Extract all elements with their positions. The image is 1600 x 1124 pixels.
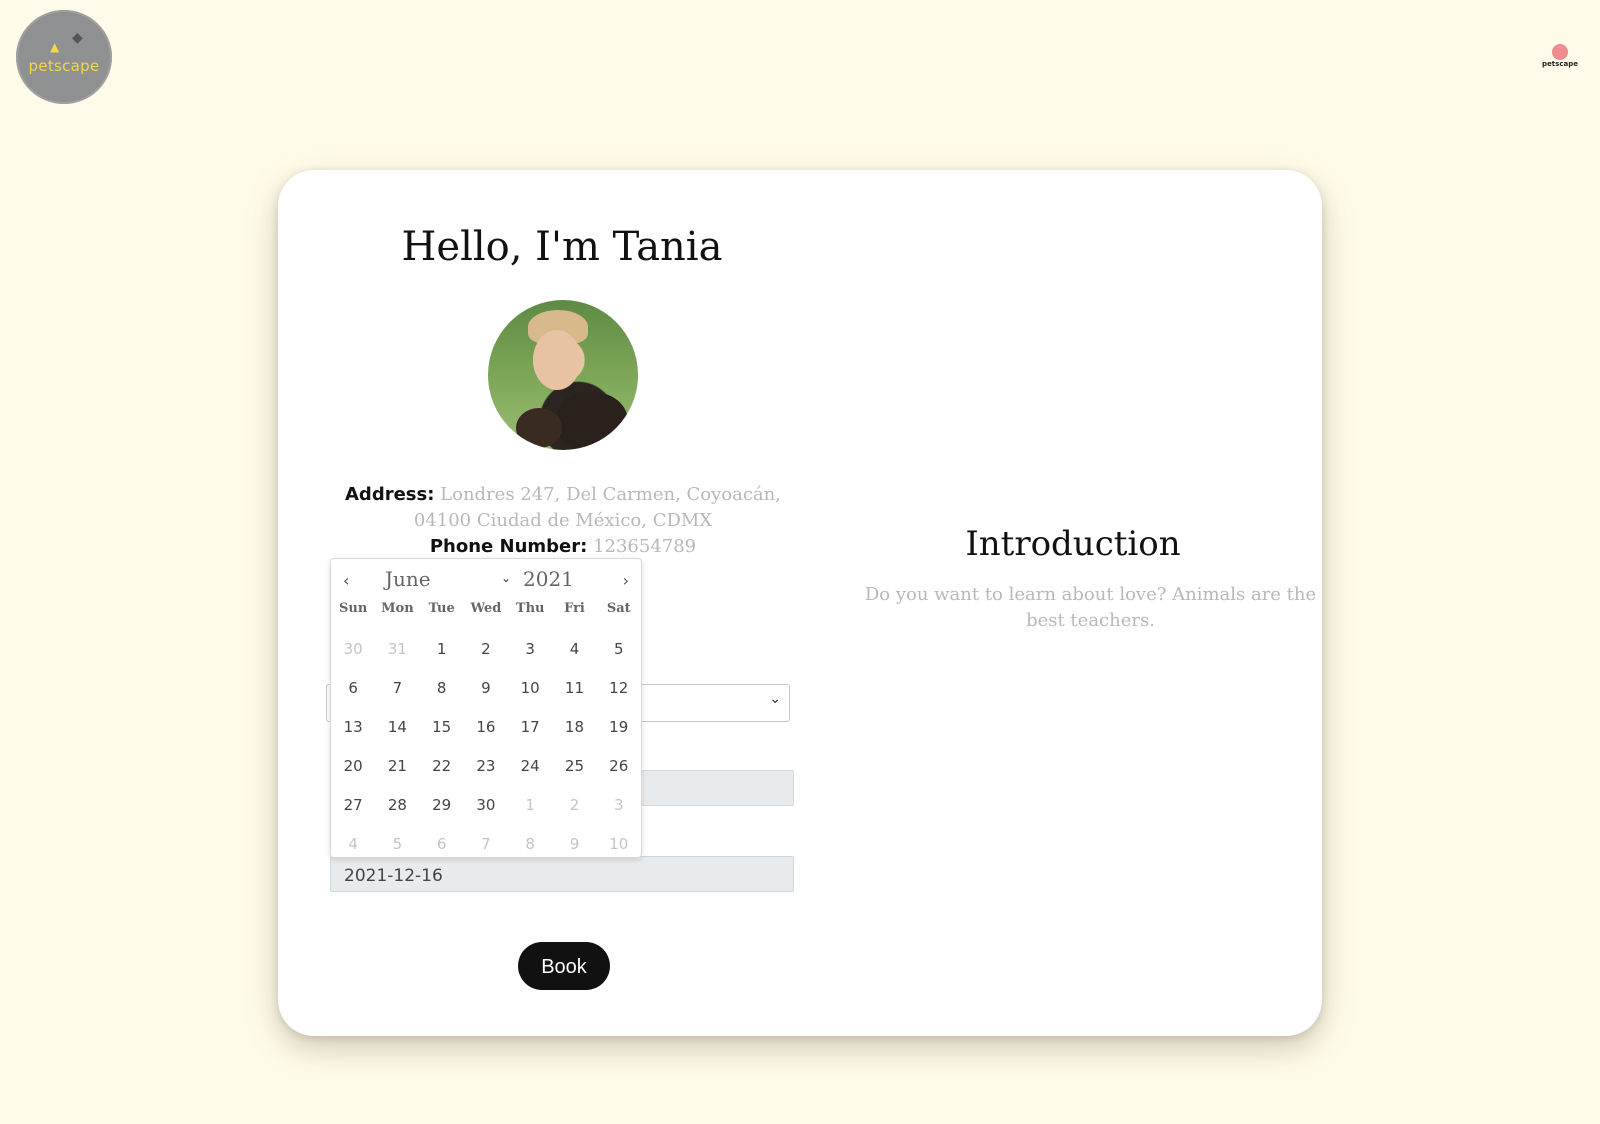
- chevron-left-icon[interactable]: ‹: [343, 571, 349, 590]
- calendar-day[interactable]: 2: [552, 796, 596, 814]
- address-value: Londres 247, Del Carmen, Coyoacán, 04100…: [413, 484, 781, 531]
- cat-icon: ◆: [72, 30, 83, 46]
- book-button[interactable]: Book: [518, 942, 610, 990]
- calendar-day[interactable]: 30: [331, 640, 375, 658]
- weekday-label: Sat: [606, 601, 631, 616]
- calendar-day[interactable]: 16: [464, 718, 508, 736]
- weekday-label: Mon: [381, 601, 414, 616]
- calendar-day[interactable]: 1: [508, 796, 552, 814]
- avatar-face: [533, 330, 581, 390]
- calendar-day[interactable]: 5: [597, 640, 641, 658]
- mini-logo-text: petscape: [1542, 60, 1578, 68]
- calendar-day[interactable]: 17: [508, 718, 552, 736]
- dog-icon: ▲: [50, 40, 60, 54]
- weekday-label: Thu: [515, 601, 545, 616]
- month-select[interactable]: June: [385, 567, 431, 591]
- calendar-day[interactable]: 5: [375, 835, 419, 853]
- calendar-day[interactable]: 28: [375, 796, 419, 814]
- calendar-day[interactable]: 9: [464, 679, 508, 697]
- calendar-grid: 30 31 1 2 3 4 5 6 7 8 9 10 11 12 13 14 15 16 17 18 19 20 21 22 2…: [331, 629, 641, 863]
- calendar-day[interactable]: 31: [375, 640, 419, 658]
- calendar-day[interactable]: 15: [420, 718, 464, 736]
- calendar-day[interactable]: 20: [331, 757, 375, 775]
- calendar-day[interactable]: 25: [552, 757, 596, 775]
- calendar-week: 6 7 8 9 10 11 12: [331, 668, 641, 707]
- avatar-dog-small: [516, 408, 562, 448]
- calendar-day[interactable]: 3: [508, 640, 552, 658]
- chevron-right-icon[interactable]: ›: [623, 571, 629, 590]
- calendar-day[interactable]: 26: [597, 757, 641, 775]
- phone-value: 123654789: [593, 536, 697, 557]
- calendar-week: 13 14 15 16 17 18 19: [331, 707, 641, 746]
- calendar-day[interactable]: 30: [464, 796, 508, 814]
- address-label: Address:: [345, 484, 435, 505]
- logo-text: petscape: [28, 57, 100, 75]
- calendar-day[interactable]: 7: [464, 835, 508, 853]
- datepicker: ‹ June ⌄ 2021 › Sun Mon Tue Wed Thu Fri …: [330, 558, 642, 858]
- chevron-down-icon[interactable]: ⌄: [501, 571, 511, 585]
- calendar-day[interactable]: 8: [508, 835, 552, 853]
- calendar-day[interactable]: 14: [375, 718, 419, 736]
- calendar-day[interactable]: 12: [597, 679, 641, 697]
- calendar-day[interactable]: 13: [331, 718, 375, 736]
- calendar-day[interactable]: 22: [420, 757, 464, 775]
- calendar-week: 30 31 1 2 3 4 5: [331, 629, 641, 668]
- calendar-day[interactable]: 3: [597, 796, 641, 814]
- calendar-day[interactable]: 11: [552, 679, 596, 697]
- calendar-week: 4 5 6 7 8 9 10: [331, 824, 641, 863]
- avatar-dog: [558, 392, 628, 450]
- calendar-week: 20 21 22 23 24 25 26: [331, 746, 641, 785]
- year-input[interactable]: 2021: [523, 567, 574, 591]
- calendar-day[interactable]: 29: [420, 796, 464, 814]
- weekday-label: Sun: [338, 601, 368, 616]
- calendar-day[interactable]: 18: [552, 718, 596, 736]
- weekday-label: Wed: [470, 601, 502, 616]
- chevron-down-icon: ⌄: [769, 691, 781, 707]
- intro-text: Do you want to learn about love? Animals…: [864, 584, 1317, 631]
- calendar-day[interactable]: 6: [331, 679, 375, 697]
- calendar-day[interactable]: 21: [375, 757, 419, 775]
- page-title: Hello, I'm Tania: [401, 224, 723, 270]
- intro-title: Introduction: [965, 524, 1181, 564]
- calendar-day[interactable]: 27: [331, 796, 375, 814]
- calendar-day[interactable]: 7: [375, 679, 419, 697]
- mini-logo[interactable]: petscape: [1542, 44, 1578, 70]
- phone-line: Phone Number: 123654789: [318, 534, 808, 560]
- address-line: Address: Londres 247, Del Carmen, Coyoac…: [318, 482, 808, 534]
- weekday-header: Sun Mon Tue Wed Thu Fri Sat: [331, 601, 641, 616]
- calendar-day[interactable]: 4: [552, 640, 596, 658]
- weekday-label: Tue: [428, 601, 455, 616]
- phone-label: Phone Number:: [429, 536, 588, 557]
- calendar-day[interactable]: 10: [508, 679, 552, 697]
- petscape-logo[interactable]: ▲ ◆ petscape: [16, 10, 112, 104]
- calendar-day[interactable]: 8: [420, 679, 464, 697]
- mini-logo-icon: [1552, 44, 1568, 60]
- calendar-week: 27 28 29 30 1 2 3: [331, 785, 641, 824]
- calendar-day[interactable]: 1: [420, 640, 464, 658]
- calendar-day[interactable]: 4: [331, 835, 375, 853]
- calendar-day[interactable]: 6: [420, 835, 464, 853]
- calendar-day[interactable]: 19: [597, 718, 641, 736]
- calendar-day[interactable]: 10: [597, 835, 641, 853]
- calendar-day[interactable]: 23: [464, 757, 508, 775]
- calendar-day[interactable]: 24: [508, 757, 552, 775]
- calendar-day[interactable]: 2: [464, 640, 508, 658]
- calendar-day[interactable]: 9: [552, 835, 596, 853]
- avatar: [488, 300, 638, 450]
- weekday-label: Fri: [564, 601, 585, 616]
